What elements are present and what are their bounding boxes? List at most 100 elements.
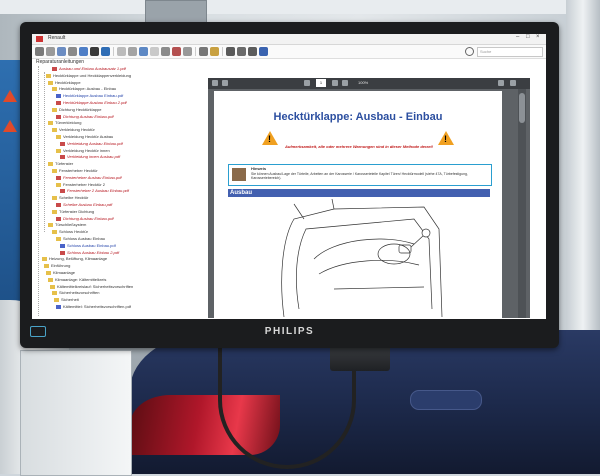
folder-icon xyxy=(50,284,55,289)
tree-item[interactable]: Fensterheber Hecktür 2 xyxy=(56,182,105,188)
search-input[interactable]: Suche xyxy=(477,47,543,57)
pdf-file-icon xyxy=(60,250,65,255)
zoom-out-icon[interactable] xyxy=(332,80,338,86)
ceiling xyxy=(0,0,600,14)
warning-sign-icon xyxy=(3,120,17,132)
download-icon[interactable] xyxy=(510,80,516,86)
print-icon[interactable] xyxy=(68,47,77,56)
tree-item[interactable]: Verkleidung Hecktür innen xyxy=(56,148,110,154)
zoom-in-icon[interactable] xyxy=(342,80,348,86)
pdf-file-icon xyxy=(56,100,61,105)
document-icon[interactable] xyxy=(79,47,88,56)
search-icon[interactable] xyxy=(222,80,228,86)
tree-item[interactable]: Dichtung Ausbau Einbau.pdf xyxy=(56,216,114,222)
tree-item-label: Hecktürklappe xyxy=(55,79,81,85)
stop-icon[interactable] xyxy=(465,47,474,56)
tree-item[interactable]: Schloss Ausbau Einbau 2.pdf xyxy=(60,250,119,256)
tree-item[interactable]: Klimaanlage: Kältemittelkreis xyxy=(48,277,106,283)
print-icon[interactable] xyxy=(248,47,257,56)
warning-poster xyxy=(0,60,22,320)
tree-header: Reparaturanleitungen xyxy=(36,59,85,65)
zoom-level[interactable]: 100% xyxy=(358,80,368,85)
hint-text: Sie können Ausbau/Lage der Türteile, Arb… xyxy=(251,172,468,180)
network-icon[interactable] xyxy=(139,47,148,56)
tree-item[interactable]: Dichtung Hecktürklappe xyxy=(52,107,101,113)
tree-item[interactable]: Fensterheber 2 Ausbau Einbau.pdf xyxy=(60,188,129,194)
tree-item-label: Fensterheber 2 Ausbau Einbau.pdf xyxy=(67,188,129,194)
minimize-icon[interactable]: – xyxy=(516,34,519,40)
tree-item[interactable]: Sicherheit xyxy=(54,297,79,303)
tree-item[interactable]: Klimaanlage xyxy=(46,270,75,276)
forward-icon[interactable] xyxy=(46,47,55,56)
tool-icon[interactable] xyxy=(117,47,126,56)
tree-item-label: Fensterheber Hecktür xyxy=(59,168,98,173)
back-icon[interactable] xyxy=(35,47,44,56)
pdf-icon[interactable] xyxy=(172,47,181,56)
tree-item[interactable]: Hecktürklappe xyxy=(48,80,81,86)
folder-icon xyxy=(48,162,53,167)
tree-item[interactable]: Hecktürklappe: Ausbau - Einbau xyxy=(52,86,116,92)
monitor-stand xyxy=(330,345,390,371)
link-icon[interactable] xyxy=(237,47,246,56)
tree-item[interactable]: Heizung, Belüftung, Klimaanlage xyxy=(42,256,107,262)
camera-icon[interactable] xyxy=(259,47,268,56)
car-tailgate-handle xyxy=(410,390,482,410)
tree-item[interactable]: Fensterheber Ausbau Einbau.pdf xyxy=(56,175,122,181)
close-icon[interactable]: × xyxy=(536,34,540,40)
tree-item-label: Schloss Ausbau Einbau xyxy=(63,236,106,241)
tree-item[interactable]: Verkleidung Hecktür xyxy=(52,127,95,133)
print-icon[interactable] xyxy=(498,80,504,86)
tree-item[interactable]: Verkleidung Hecktür Ausbau xyxy=(56,134,113,140)
tree-item[interactable]: Kältemittel: Sicherheitsvorschriften.pdf xyxy=(56,304,131,310)
list-icon[interactable] xyxy=(90,47,99,56)
tree-item[interactable]: Scheibe Ausbau Einbau.pdf xyxy=(56,202,112,208)
settings-icon[interactable] xyxy=(128,47,137,56)
monitor: PHILIPS Renault – □ × Suche Reparaturanl… xyxy=(20,22,559,348)
view-icon[interactable] xyxy=(101,47,110,56)
key-icon[interactable] xyxy=(199,47,208,56)
tree-item[interactable]: Türfenster xyxy=(48,161,73,167)
folder-icon xyxy=(44,264,49,269)
tree-item[interactable]: Hecktürklappe und Heckklappenverkleidung xyxy=(46,73,131,79)
tree-item-label: Türschließsystem xyxy=(55,222,87,228)
tree-item[interactable]: Schloss Ausbau Einbau.pdf xyxy=(60,243,116,249)
scrollbar-thumb[interactable] xyxy=(519,93,525,123)
tree-item[interactable]: Sicherheitsvorschriften xyxy=(52,290,99,296)
tree-item-label: Ausbau und Einbau Ausbausatz 1.pdf xyxy=(59,66,126,71)
tree-item[interactable]: Schloss Ausbau Einbau xyxy=(56,236,105,242)
tree-item[interactable]: Scheibe Hecktür xyxy=(52,195,88,201)
gear-icon[interactable] xyxy=(226,47,235,56)
folder-icon xyxy=(56,134,61,139)
page-up-icon[interactable] xyxy=(304,80,310,86)
maximize-icon[interactable]: □ xyxy=(526,34,530,40)
ceiling-bracket xyxy=(145,0,207,24)
home-icon[interactable] xyxy=(57,47,66,56)
tree-item[interactable]: Kältemittelkreislauf: Sicherheitsvorschr… xyxy=(50,284,133,290)
tree-item[interactable]: Türschließsystem xyxy=(48,222,86,228)
disk-icon[interactable] xyxy=(161,47,170,56)
folder-icon xyxy=(54,298,59,303)
info-icon[interactable] xyxy=(150,47,159,56)
tree-item[interactable]: Hecktürklappe Ausbau Einbau.pdf xyxy=(56,93,123,99)
sidebar-toggle-icon[interactable] xyxy=(212,80,218,86)
tools-icon[interactable] xyxy=(183,47,192,56)
tree-item[interactable]: Schloss Hecktür xyxy=(52,229,88,235)
tree-item[interactable]: Einführung xyxy=(44,263,70,269)
pdf-scrollbar[interactable] xyxy=(518,89,526,318)
pdf-toolbar: 1 100% xyxy=(208,78,530,89)
tree-item[interactable]: Fensterheber Hecktür xyxy=(52,168,98,174)
help-icon[interactable] xyxy=(210,47,219,56)
toolbar-separator xyxy=(222,47,223,56)
tree-item[interactable]: Hecktürklappe Ausbau Einbau 2.pdf xyxy=(56,100,127,106)
tree-item[interactable]: Türverkleidung xyxy=(48,120,81,126)
tree-item[interactable]: Verkleidung Ausbau Einbau.pdf xyxy=(60,141,123,147)
tree-item[interactable]: Dichtung Ausbau Einbau.pdf xyxy=(56,114,114,120)
warning-sign-icon xyxy=(3,90,17,102)
folder-icon xyxy=(52,230,57,235)
stand-cabinet xyxy=(20,350,132,476)
tree-item[interactable]: Ausbau und Einbau Ausbausatz 1.pdf xyxy=(52,66,126,72)
tree-item[interactable]: Verkleidung innen Ausbau.pdf xyxy=(60,154,120,160)
page-number-input[interactable]: 1 xyxy=(316,79,326,87)
tree-item[interactable]: Türfenster Dichtung xyxy=(52,209,94,215)
document-title: Hecktürklappe: Ausbau - Einbau xyxy=(273,111,443,123)
